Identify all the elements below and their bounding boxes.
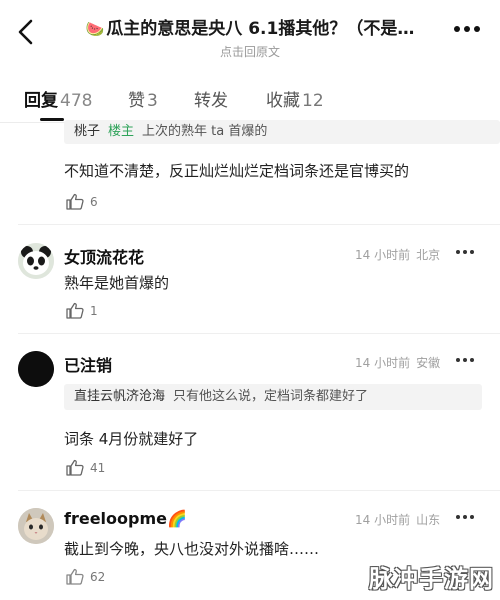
comment-meta: 14 小时前 安徽 [355, 354, 440, 371]
comment-location: 安徽 [416, 356, 441, 370]
post-title-text: 瓜主的意思是央八 6.1播其他？（不是… [106, 19, 415, 39]
tab-count: 3 [147, 91, 158, 111]
comment-location: 北京 [416, 248, 441, 262]
watermelon-icon: 🍉 [85, 20, 105, 38]
top-bar: 🍉 瓜主的意思是央八 6.1播其他？（不是… 点击回原文 [0, 0, 500, 60]
chevron-left-icon [18, 19, 33, 45]
comment-time: 14 小时前 [355, 356, 411, 370]
quoted-username[interactable]: 桃子 [74, 124, 100, 139]
more-dot-icon [456, 515, 460, 519]
more-dot-icon [463, 358, 467, 362]
more-dot-icon [463, 515, 467, 519]
comment-divider [18, 224, 500, 225]
tab-bar: 回复 478 赞3 转发 收藏 12 [0, 78, 500, 122]
more-dot-icon [474, 26, 480, 32]
more-dot-icon [470, 250, 474, 254]
more-dot-icon [456, 358, 460, 362]
quoted-reply[interactable]: 桃子 楼主 上次的熟年 ta 首爆的 [64, 120, 500, 144]
like-button[interactable]: 6 [66, 193, 98, 210]
site-watermark: 脉冲手游网 [369, 559, 494, 594]
tab-count: 12 [302, 91, 324, 111]
username[interactable]: 女顶流花花 [64, 244, 144, 268]
username[interactable]: 已注销 [64, 352, 112, 376]
avatar[interactable] [18, 508, 54, 544]
quoted-text: 上次的熟年 ta 首爆的 [142, 124, 268, 139]
comment-more-button[interactable] [456, 250, 474, 256]
active-tab-indicator [40, 118, 64, 121]
more-dot-icon [454, 26, 460, 32]
more-dot-icon [470, 358, 474, 362]
comment-more-button[interactable] [456, 358, 474, 364]
like-count: 6 [90, 194, 98, 209]
comment-location: 山东 [416, 513, 441, 527]
comment-more-button[interactable] [456, 515, 474, 521]
like-button[interactable]: 1 [66, 302, 98, 319]
tab-favorites[interactable]: 收藏 12 [266, 86, 324, 111]
thumbs-up-icon [66, 459, 84, 476]
watermark-text: 脉冲手游网 [369, 565, 494, 593]
rainbow-icon: 🌈 [167, 509, 187, 528]
like-button[interactable]: 41 [66, 459, 105, 476]
like-button[interactable]: 62 [66, 568, 105, 585]
username-text: freeloopme [64, 509, 167, 528]
comment-meta: 14 小时前 山东 [355, 511, 440, 528]
username[interactable]: freeloopme🌈 [64, 509, 187, 528]
tab-likes[interactable]: 赞3 [128, 86, 158, 111]
tab-label: 收藏 [266, 91, 300, 111]
tab-label: 赞 [128, 91, 145, 111]
panda-avatar-icon [18, 243, 54, 279]
thumbs-up-icon [66, 302, 84, 319]
more-dot-icon [456, 250, 460, 254]
quoted-reply[interactable]: 直挂云帆济沧海 只有他这么说，定档词条都建好了 [64, 384, 482, 410]
comment-text: 不知道不清楚，反正灿烂灿烂定档词条还是官博买的 [64, 162, 410, 180]
thumbs-up-icon [66, 193, 84, 210]
post-title: 🍉 瓜主的意思是央八 6.1播其他？（不是… [80, 14, 420, 39]
quoted-username[interactable]: 直挂云帆济沧海 [74, 389, 165, 404]
comment-meta: 14 小时前 北京 [355, 246, 440, 263]
back-to-post-link[interactable]: 点击回原文 [80, 43, 420, 60]
quoted-text: 只有他这么说，定档词条都建好了 [173, 389, 369, 404]
comment-text: 截止到今晚，央八也没对外说播啥…… [64, 540, 320, 558]
thumbs-up-icon [66, 568, 84, 585]
comment-time: 14 小时前 [355, 248, 411, 262]
tab-replies[interactable]: 回复 478 [24, 86, 92, 111]
comment-text: 词条 4月份就建好了 [64, 430, 199, 448]
back-button[interactable] [14, 18, 38, 46]
more-dot-icon [464, 26, 470, 32]
more-dot-icon [463, 250, 467, 254]
tab-reposts[interactable]: 转发 [194, 86, 228, 111]
like-count: 41 [90, 460, 106, 475]
tab-label: 回复 [24, 91, 58, 111]
comment-divider [18, 490, 500, 491]
more-dot-icon [470, 515, 474, 519]
more-options-button[interactable] [454, 24, 480, 34]
post-title-link[interactable]: 🍉 瓜主的意思是央八 6.1播其他？（不是… 点击回原文 [80, 14, 420, 60]
comment-text: 熟年是她首爆的 [64, 274, 170, 292]
avatar[interactable] [18, 243, 54, 279]
black-avatar-icon [18, 351, 54, 387]
comment-time: 14 小时前 [355, 513, 411, 527]
cat-avatar-icon [18, 508, 54, 544]
op-badge: 楼主 [108, 124, 135, 139]
like-count: 62 [90, 569, 106, 584]
tab-count: 478 [60, 91, 93, 111]
tab-label: 转发 [194, 91, 228, 111]
like-count: 1 [90, 303, 98, 318]
comment-divider [18, 333, 500, 334]
avatar[interactable] [18, 351, 54, 387]
